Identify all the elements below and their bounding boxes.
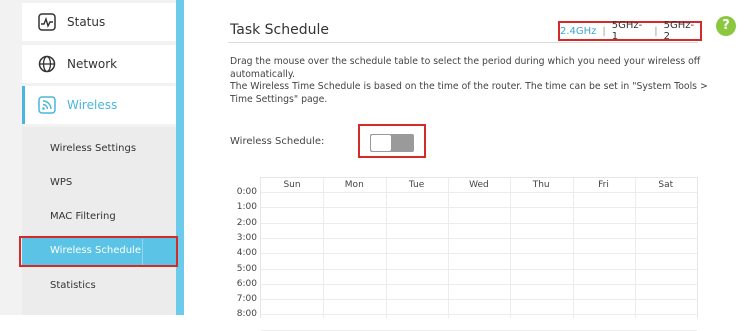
band-separator: | (602, 25, 606, 37)
band-selector: 2.4GHz | 5GHz-1 | 5GHz-2 (558, 20, 702, 42)
day-header-mon: Mon (344, 180, 364, 190)
grid-row-divider (261, 268, 697, 270)
description-line-1: Drag the mouse over the schedule table t… (230, 56, 701, 80)
hour-label: 1:00 (236, 202, 257, 213)
day-header-sun: Sun (283, 180, 301, 190)
toggle-knob (371, 135, 391, 151)
nav-item-label: Status (67, 15, 106, 29)
band-2-4ghz[interactable]: 2.4GHz (560, 26, 596, 37)
band-5ghz-1[interactable]: 5GHz-1 (612, 20, 648, 42)
sidebar-scrollbar[interactable] (176, 0, 184, 315)
nav-item-label: Network (67, 57, 118, 71)
sub-item-statistics[interactable]: Statistics (50, 280, 96, 291)
day-header-tue: Tue (408, 180, 425, 190)
grid-column-divider (510, 178, 512, 318)
hour-label: 8:00 (236, 309, 257, 320)
highlight-box-wireless-schedule (19, 236, 178, 267)
grid-header-divider (261, 192, 697, 193)
grid-row-divider (261, 253, 697, 255)
sub-item-mac-filtering[interactable]: MAC Filtering (50, 211, 116, 222)
band-5ghz-2[interactable]: 5GHz-2 (664, 20, 700, 42)
wireless-schedule-toggle[interactable] (370, 134, 414, 152)
day-header-thu: Thu (532, 180, 550, 190)
help-icon[interactable]: ? (716, 16, 736, 36)
grid-column-divider (323, 178, 325, 318)
day-header-fri: Fri (598, 180, 609, 190)
nav-item-network[interactable]: Network (22, 45, 176, 83)
sub-item-wireless-settings[interactable]: Wireless Settings (50, 143, 136, 154)
day-header-sat: Sat (658, 180, 674, 190)
wireless-submenu: Wireless Settings WPS MAC Filtering Wire… (22, 127, 176, 315)
nav-item-wireless[interactable]: Wireless (22, 86, 176, 124)
grid-row-divider (261, 237, 697, 239)
hour-label: 0:00 (236, 187, 257, 197)
wifi-icon (38, 96, 56, 114)
description-line-2: The Wireless Time Schedule is based on t… (230, 81, 708, 105)
highlight-box-toggle (358, 124, 426, 158)
status-icon (38, 13, 56, 31)
grid-column-divider (572, 178, 574, 318)
sidebar: Status Network Wireless Wireless Setting… (0, 0, 176, 315)
hour-label: 7:00 (236, 294, 257, 305)
description: Drag the mouse over the schedule table t… (230, 56, 730, 106)
page-title: Task Schedule (230, 22, 329, 38)
hour-label: 2:00 (236, 217, 257, 228)
sub-item-wps[interactable]: WPS (50, 177, 72, 188)
band-separator: | (654, 25, 658, 37)
grid-row-divider (261, 207, 697, 209)
grid-column-divider (447, 178, 449, 318)
title-divider (228, 42, 698, 43)
globe-icon (38, 55, 56, 73)
schedule-table[interactable]: Sun Mon Tue Wed Thu Fri Sat 0:00 1:00 2:00 3:00 4:0… (237, 177, 698, 331)
grid-row-divider (261, 222, 697, 224)
nav-item-label: Wireless (67, 98, 118, 112)
grid-column-divider (634, 178, 636, 318)
grid-column-divider (385, 178, 387, 318)
grid-row-divider (261, 283, 697, 285)
hour-label: 3:00 (236, 232, 257, 243)
wireless-schedule-label: Wireless Schedule: (230, 136, 325, 147)
hour-label: 6:00 (236, 278, 257, 289)
grid-row-divider (261, 299, 697, 301)
hour-label: 5:00 (236, 263, 257, 274)
day-header-wed: Wed (469, 180, 489, 190)
nav-item-status[interactable]: Status (22, 3, 176, 41)
hour-label: 4:00 (236, 248, 257, 259)
